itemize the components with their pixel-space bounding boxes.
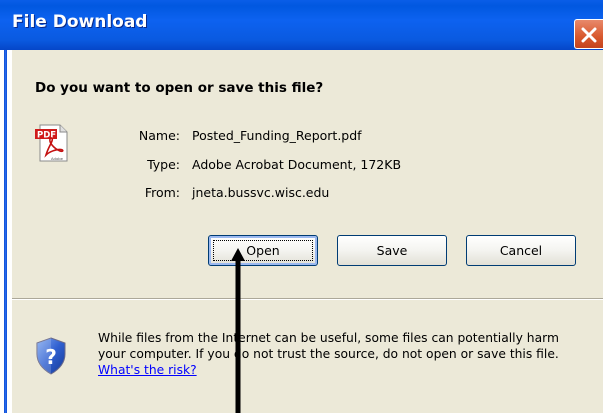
close-icon: [581, 27, 597, 43]
cancel-button[interactable]: Cancel: [466, 235, 576, 266]
security-warning: While files from the Internet can be use…: [98, 330, 588, 378]
dialog-question: Do you want to open or save this file?: [35, 80, 324, 96]
name-label: Name:: [138, 128, 180, 143]
cancel-button-label: Cancel: [499, 243, 543, 258]
window-title: File Download: [12, 12, 148, 32]
svg-text:?: ?: [45, 345, 57, 369]
file-name-value: Posted_Funding_Report.pdf: [192, 128, 362, 143]
file-source-value: jneta.bussvc.wisc.edu: [192, 185, 330, 200]
save-button[interactable]: Save: [337, 235, 447, 266]
warning-text: While files from the Internet can be use…: [98, 331, 559, 361]
file-type-value: Adobe Acrobat Document, 172KB: [192, 157, 402, 172]
separator: [12, 298, 603, 300]
title-bar[interactable]: File Download: [0, 0, 603, 50]
security-shield-icon: ?: [36, 337, 66, 375]
window-left-border: [0, 50, 12, 413]
pointer-arrow: [231, 248, 245, 413]
save-button-label: Save: [376, 243, 408, 258]
open-button[interactable]: Open: [208, 235, 318, 266]
type-label: Type:: [147, 157, 180, 172]
whats-the-risk-link[interactable]: What's the risk?: [98, 363, 197, 377]
close-button[interactable]: [574, 19, 603, 49]
from-label: From:: [144, 185, 180, 200]
